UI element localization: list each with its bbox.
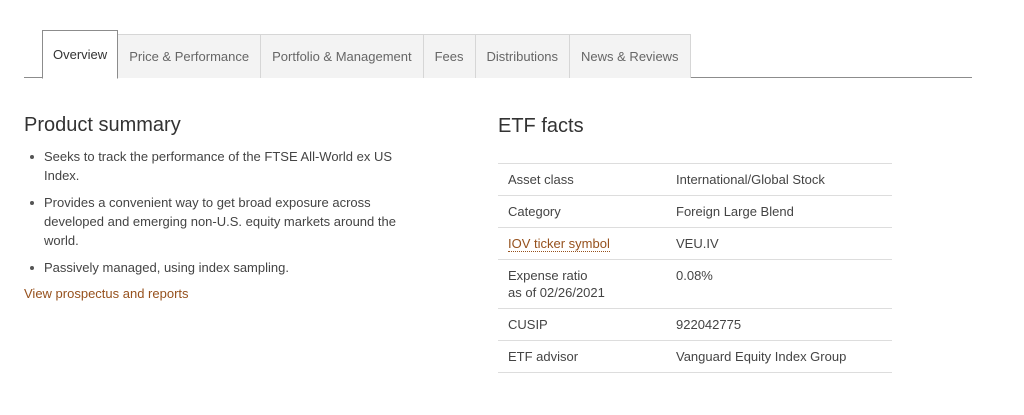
fact-label: Expense ratio xyxy=(508,268,588,283)
fact-value: 922042775 xyxy=(666,308,892,341)
product-summary-list: Seeks to track the performance of the FT… xyxy=(24,147,424,277)
list-item: Provides a convenient way to get broad e… xyxy=(30,193,424,250)
etf-facts-section: ETF facts Asset class International/Glob… xyxy=(498,113,892,373)
table-row: Asset class International/Global Stock xyxy=(498,163,892,196)
list-item: Seeks to track the performance of the FT… xyxy=(30,147,424,185)
product-summary-section: Product summary Seeks to track the perfo… xyxy=(24,112,424,303)
iov-ticker-symbol-link[interactable]: IOV ticker symbol xyxy=(508,236,610,252)
table-row: IOV ticker symbol VEU.IV xyxy=(498,227,892,260)
list-item: Passively managed, using index sampling. xyxy=(30,258,424,277)
fact-label-date: as of 02/26/2021 xyxy=(508,285,605,300)
etf-facts-title: ETF facts xyxy=(498,115,584,137)
fact-label-cell: Expense ratio as of 02/26/2021 xyxy=(498,259,666,309)
fact-value: Foreign Large Blend xyxy=(666,195,892,228)
fact-label: Category xyxy=(498,195,666,228)
table-row: CUSIP 922042775 xyxy=(498,308,892,341)
tab-news-reviews[interactable]: News & Reviews xyxy=(570,34,691,78)
etf-facts-table: Asset class International/Global Stock C… xyxy=(498,163,892,373)
fact-value: VEU.IV xyxy=(666,227,892,260)
tab-bar: Overview Price & Performance Portfolio &… xyxy=(24,30,972,79)
view-prospectus-link[interactable]: View prospectus and reports xyxy=(24,286,189,301)
tab-price-performance[interactable]: Price & Performance xyxy=(118,34,262,78)
tab-distributions[interactable]: Distributions xyxy=(475,34,571,78)
fact-value: 0.08% xyxy=(666,259,892,309)
fact-value: Vanguard Equity Index Group xyxy=(666,340,892,373)
fact-label-cell: IOV ticker symbol xyxy=(498,227,666,260)
tab-overview[interactable]: Overview xyxy=(42,30,119,79)
fact-label: ETF advisor xyxy=(498,340,666,373)
tab-fees[interactable]: Fees xyxy=(423,34,476,78)
table-row: ETF advisor Vanguard Equity Index Group xyxy=(498,340,892,373)
table-row: Category Foreign Large Blend xyxy=(498,195,892,228)
fact-label: Asset class xyxy=(498,163,666,196)
table-row: Expense ratio as of 02/26/2021 0.08% xyxy=(498,259,892,309)
tab-list: Overview Price & Performance Portfolio &… xyxy=(42,30,691,79)
product-summary-title: Product summary xyxy=(24,114,181,136)
fact-value: International/Global Stock xyxy=(666,163,892,196)
fact-label: CUSIP xyxy=(498,308,666,341)
tab-portfolio-management[interactable]: Portfolio & Management xyxy=(261,34,424,78)
